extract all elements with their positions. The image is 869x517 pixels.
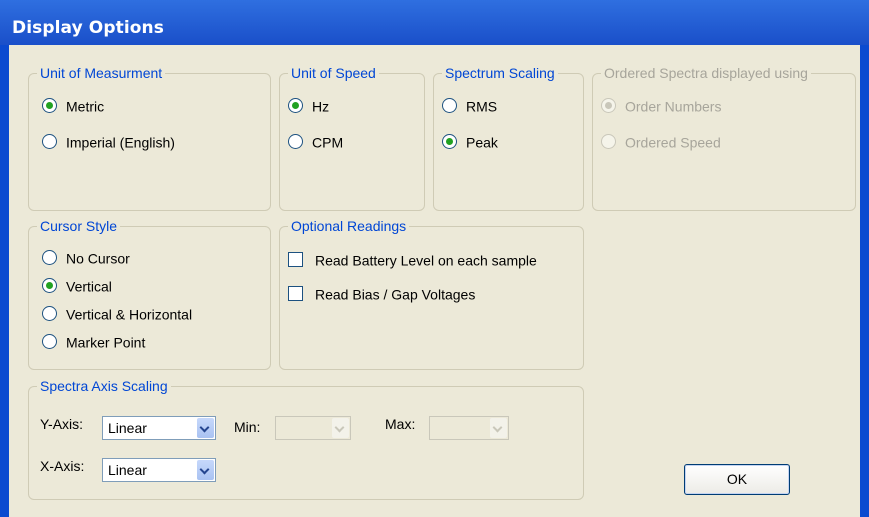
radio-disabled-icon xyxy=(601,133,616,149)
radio-unselected-icon xyxy=(42,305,57,321)
radio-ordered-speed-label: Ordered Speed xyxy=(625,134,721,151)
title-bar: Display Options xyxy=(0,0,869,45)
checkbox-battery-level[interactable]: Read Battery Level on each sample xyxy=(288,249,537,269)
chevron-down-icon xyxy=(332,418,349,438)
radio-marker-point[interactable]: Marker Point xyxy=(42,331,145,351)
radio-rms-label: RMS xyxy=(466,98,498,115)
cursor-style-legend: Cursor Style xyxy=(40,218,118,234)
radio-vertical-horizontal[interactable]: Vertical & Horizontal xyxy=(42,303,192,323)
min-label: Min: xyxy=(234,419,261,435)
radio-selected-icon xyxy=(42,97,57,113)
radio-cpm[interactable]: CPM xyxy=(288,131,343,151)
radio-unselected-icon xyxy=(442,97,457,113)
max-label: Max: xyxy=(385,416,416,432)
radio-unselected-icon xyxy=(42,133,57,149)
x-axis-label: X-Axis: xyxy=(40,458,85,474)
chevron-down-icon[interactable] xyxy=(197,460,214,480)
y-axis-value: Linear xyxy=(108,420,147,436)
min-select[interactable] xyxy=(275,416,351,440)
radio-no-cursor-label: No Cursor xyxy=(66,250,130,267)
chevron-down-icon[interactable] xyxy=(197,418,214,438)
radio-cpm-label: CPM xyxy=(312,134,344,151)
chevron-down-icon xyxy=(490,418,507,438)
y-axis-select[interactable]: Linear xyxy=(102,416,216,440)
ordered-spectra-legend: Ordered Spectra displayed using xyxy=(604,65,808,81)
checkbox-icon xyxy=(288,251,303,267)
radio-selected-icon xyxy=(442,133,457,149)
radio-imperial-label: Imperial (English) xyxy=(66,134,175,151)
unit-of-speed-legend: Unit of Speed xyxy=(291,65,376,81)
radio-hz[interactable]: Hz xyxy=(288,95,329,115)
checkbox-bias-gap[interactable]: Read Bias / Gap Voltages xyxy=(288,283,475,303)
radio-unselected-icon xyxy=(288,133,303,149)
checkbox-icon xyxy=(288,285,303,301)
spectrum-scaling-legend: Spectrum Scaling xyxy=(445,65,555,81)
radio-imperial[interactable]: Imperial (English) xyxy=(42,131,175,151)
radio-vertical-horizontal-label: Vertical & Horizontal xyxy=(66,306,193,323)
window-title: Display Options xyxy=(12,18,164,38)
radio-unselected-icon xyxy=(42,249,57,265)
x-axis-value: Linear xyxy=(108,462,147,478)
radio-no-cursor[interactable]: No Cursor xyxy=(42,247,130,267)
unit-of-measurement-legend: Unit of Measurment xyxy=(40,65,163,81)
spectra-axis-scaling-legend: Spectra Axis Scaling xyxy=(40,378,168,394)
x-axis-select[interactable]: Linear xyxy=(102,458,216,482)
radio-metric[interactable]: Metric xyxy=(42,95,104,115)
y-axis-label: Y-Axis: xyxy=(40,416,84,432)
radio-peak[interactable]: Peak xyxy=(442,131,498,151)
radio-peak-label: Peak xyxy=(466,134,498,151)
radio-order-numbers[interactable]: Order Numbers xyxy=(601,95,721,115)
dialog-client: Unit of Measurment Metric Imperial (Engl… xyxy=(9,45,860,517)
radio-order-numbers-label: Order Numbers xyxy=(625,98,722,115)
radio-marker-point-label: Marker Point xyxy=(66,334,146,351)
radio-rms[interactable]: RMS xyxy=(442,95,497,115)
checkbox-battery-level-label: Read Battery Level on each sample xyxy=(315,252,537,269)
radio-vertical-label: Vertical xyxy=(66,278,112,295)
radio-hz-label: Hz xyxy=(312,98,330,115)
radio-selected-icon xyxy=(42,277,57,293)
radio-ordered-speed[interactable]: Ordered Speed xyxy=(601,131,721,151)
radio-unselected-icon xyxy=(42,333,57,349)
optional-readings-legend: Optional Readings xyxy=(291,218,407,234)
radio-metric-label: Metric xyxy=(66,98,105,115)
checkbox-bias-gap-label: Read Bias / Gap Voltages xyxy=(315,286,476,303)
radio-vertical[interactable]: Vertical xyxy=(42,275,112,295)
max-select[interactable] xyxy=(429,416,509,440)
radio-selected-icon xyxy=(288,97,303,113)
radio-disabled-selected-icon xyxy=(601,97,616,113)
ok-button[interactable]: OK xyxy=(684,464,790,495)
